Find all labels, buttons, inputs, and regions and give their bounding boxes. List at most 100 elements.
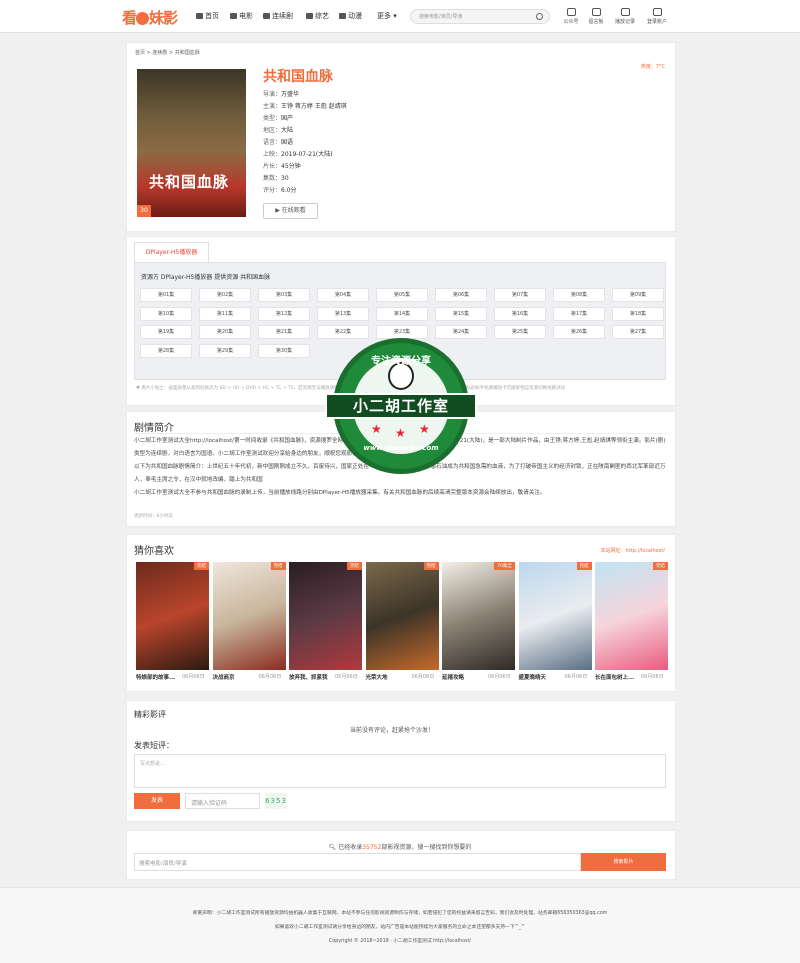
- nav-home[interactable]: 首页: [196, 11, 219, 21]
- nav-variety[interactable]: 综艺: [306, 11, 329, 21]
- episode-button[interactable]: 第26集: [553, 325, 605, 340]
- logo-mark-icon: [136, 12, 150, 25]
- episode-button[interactable]: 第06集: [435, 288, 487, 302]
- episode-button[interactable]: 第18集: [612, 306, 664, 321]
- comment-textarea[interactable]: 写点想说...: [134, 754, 666, 788]
- recommend-poster[interactable]: [212, 562, 286, 670]
- seal-bottom-text: www.xiaoerhu.com: [363, 444, 439, 452]
- episode-button[interactable]: 第15集: [435, 306, 487, 321]
- episode-button[interactable]: 第10集: [140, 306, 192, 321]
- recommend-poster[interactable]: [289, 562, 362, 670]
- rating-row: 评分：6.0分: [263, 187, 297, 194]
- recommend-title[interactable]: 特娘部的故事...: [136, 673, 175, 681]
- genre-row: 类型：国产: [263, 115, 294, 122]
- heat-label: 热度：7°C: [640, 64, 665, 70]
- nav-anime[interactable]: 动漫: [339, 11, 362, 21]
- send-comment-button[interactable]: 发表: [134, 793, 180, 809]
- footer-copyright: Copyright © 2018~2019 · 小二胡工作室测试 http://…: [328, 939, 472, 944]
- captcha-image[interactable]: 6353: [265, 793, 287, 809]
- site-url-link[interactable]: 本站网址：http://localhost/: [601, 547, 665, 554]
- episode-button[interactable]: 第28集: [140, 343, 192, 358]
- episode-button[interactable]: 第30集: [258, 343, 310, 358]
- breadcrumb[interactable]: 首页 > 连续剧 > 共和国血脉: [135, 49, 200, 56]
- episode-button[interactable]: 第19集: [140, 325, 192, 340]
- source-label: 资源方 DPlayer-H5播放器 提供资源 共和国血脉: [141, 274, 271, 281]
- history-button[interactable]: 播放记录: [610, 8, 640, 25]
- tab-dplayer[interactable]: DPlayer-H5播放器: [134, 242, 209, 263]
- login-button[interactable]: 登录账户: [642, 8, 672, 25]
- recommend-poster[interactable]: [136, 562, 209, 670]
- header-search-input[interactable]: 搜索电影/演员/导演: [410, 9, 550, 24]
- recommend-title: 猜你喜欢: [134, 546, 174, 557]
- recommend-title[interactable]: 决战商京: [213, 673, 235, 681]
- recommend-title[interactable]: 光荣大地: [366, 673, 388, 681]
- edit-icon: [591, 8, 601, 16]
- captcha-input[interactable]: 请输入验证码: [185, 793, 260, 809]
- recommend-date: 06月06日: [488, 674, 511, 680]
- episode-button[interactable]: 第21集: [258, 325, 310, 340]
- nav-movie[interactable]: 电影: [230, 11, 253, 21]
- episode-button[interactable]: 第16集: [494, 306, 546, 321]
- episode-button[interactable]: 第13集: [317, 306, 369, 321]
- status-badge: 完结: [423, 562, 439, 570]
- top-navbar: 看妹影 首页 电影 连续剧 综艺 动漫 更多 ▾ 搜索电影/演员/导演 公众号 …: [0, 0, 800, 33]
- recommend-card[interactable]: 完结: [365, 562, 439, 670]
- guestbook-button[interactable]: 留言板: [581, 8, 611, 25]
- recommend-title[interactable]: 放弃我、抓紧我: [289, 673, 328, 681]
- episode-button[interactable]: 第27集: [612, 325, 664, 340]
- episode-button[interactable]: 第03集: [258, 288, 310, 302]
- recommend-card[interactable]: 完结: [212, 562, 286, 670]
- post-comment-label: 发表短评：: [134, 741, 174, 750]
- episode-button[interactable]: 第29集: [199, 343, 251, 358]
- recommend-card[interactable]: 完结: [595, 562, 668, 670]
- nav-series[interactable]: 连续剧: [263, 11, 293, 21]
- watch-online-button[interactable]: ▶ 在线观看: [263, 203, 318, 219]
- no-comments-text: 当前没有评论，赶紧抢个沙发！: [350, 727, 435, 734]
- episode-button[interactable]: 第20集: [199, 325, 251, 340]
- recommend-card[interactable]: 完结: [136, 562, 209, 670]
- language-row: 语言：国语: [263, 139, 294, 146]
- episode-button[interactable]: 第14集: [376, 306, 428, 321]
- film-icon: [230, 13, 237, 19]
- episodes-row: 集数：30: [263, 175, 289, 182]
- episode-button[interactable]: 第07集: [494, 288, 546, 302]
- episode-button[interactable]: 第01集: [140, 288, 192, 302]
- recommend-date: 06月06日: [182, 674, 205, 680]
- seal-band-text: 小二胡工作室: [325, 393, 477, 419]
- region-row: 地区：大陆: [263, 127, 294, 134]
- recommend-card[interactable]: 完结: [518, 562, 592, 670]
- episode-button[interactable]: 第25集: [494, 325, 546, 340]
- recommend-title[interactable]: 长在面包树上...: [595, 673, 634, 681]
- mic-icon: [306, 13, 313, 19]
- episode-button[interactable]: 第04集: [317, 288, 369, 302]
- footer-share: 如果喜欢小二胡工作室测试请分享给身边的朋友，站内广告是本站能持续为大家服务的立命…: [274, 925, 526, 930]
- gamepad-icon: [339, 13, 346, 19]
- episode-button[interactable]: 第17集: [553, 306, 605, 321]
- episode-button[interactable]: 第02集: [199, 288, 251, 302]
- bottom-search-button[interactable]: 搜索影片: [581, 853, 666, 871]
- recommend-card[interactable]: 70集全: [442, 562, 515, 670]
- episode-button[interactable]: 第11集: [199, 306, 251, 321]
- recommend-title[interactable]: 盛夏晚晴天: [519, 673, 547, 681]
- bottom-search-input[interactable]: 搜索电影/演员/导演: [134, 853, 581, 871]
- recommend-poster[interactable]: [365, 562, 439, 670]
- nav-more[interactable]: 更多 ▾: [377, 11, 397, 21]
- episode-button[interactable]: 第08集: [553, 288, 605, 302]
- episode-button[interactable]: 第09集: [612, 288, 664, 302]
- synopsis-title: 剧情简介: [134, 423, 174, 434]
- search-icon[interactable]: [536, 13, 543, 20]
- footer: 郑重声明：小二胡工作室测试所有播放资源均由机器人收集于互联网，本站不参与任何影视…: [0, 887, 800, 963]
- site-logo[interactable]: 看妹影: [122, 7, 178, 28]
- user-icon: [652, 8, 662, 16]
- episode-button[interactable]: 第12集: [258, 306, 310, 321]
- recommend-poster[interactable]: [595, 562, 668, 670]
- recommend-poster[interactable]: [442, 562, 515, 670]
- status-badge: 完结: [576, 562, 592, 570]
- episode-button[interactable]: 第05集: [376, 288, 428, 302]
- recommend-card[interactable]: 完结: [289, 562, 362, 670]
- movie-poster[interactable]: 共和国血脉 30: [137, 69, 246, 217]
- recommend-date: 06月06日: [641, 674, 664, 680]
- recommend-poster[interactable]: [518, 562, 592, 670]
- recommend-date: 06月06日: [411, 674, 435, 680]
- recommend-title[interactable]: 延禧攻略: [442, 673, 464, 681]
